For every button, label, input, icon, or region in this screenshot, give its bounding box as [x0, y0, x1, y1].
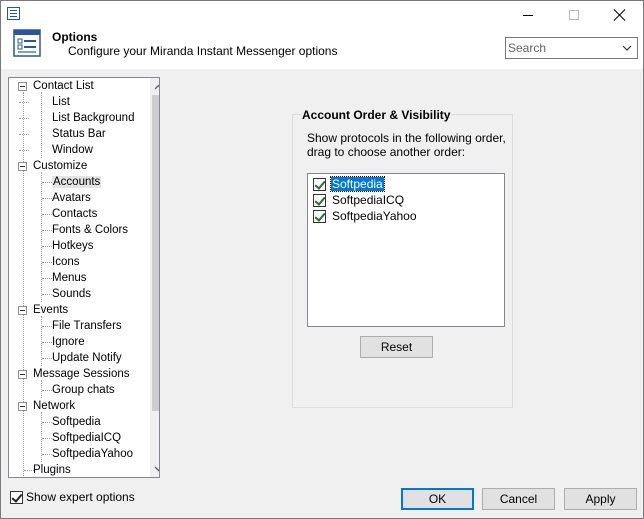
- collapse-icon[interactable]: [18, 162, 27, 171]
- page-title: Options: [52, 30, 98, 44]
- chevron-down-icon: [154, 466, 159, 471]
- scroll-up-button[interactable]: [150, 78, 159, 95]
- tree-item-sounds[interactable]: Sounds: [32, 286, 91, 302]
- collapse-icon[interactable]: [18, 402, 27, 411]
- expert-checkbox[interactable]: [10, 490, 23, 504]
- options-app-icon[interactable]: [7, 7, 20, 20]
- search-box[interactable]: [505, 37, 638, 59]
- collapse-icon[interactable]: [18, 306, 27, 315]
- tree-item-menus[interactable]: Menus: [32, 270, 87, 286]
- options-tree[interactable]: Contact List List List Background Status…: [8, 77, 160, 478]
- tree-item-avatars[interactable]: Avatars: [32, 190, 91, 206]
- scroll-thumb[interactable]: [152, 95, 159, 411]
- reset-button[interactable]: Reset: [360, 336, 433, 358]
- tree-item-contact-list[interactable]: Contact List: [14, 78, 94, 94]
- group-description: Show protocols in the following order, d…: [307, 131, 506, 159]
- close-button[interactable]: [597, 1, 643, 29]
- group-title: Account Order & Visibility: [301, 108, 452, 122]
- minimize-icon: [523, 14, 533, 16]
- account-item-softpediayahoo[interactable]: SoftpediaYahoo: [313, 208, 418, 224]
- options-window: Options Configure your Miranda Instant M…: [0, 0, 644, 519]
- chevron-down-icon[interactable]: [621, 42, 633, 54]
- ok-button[interactable]: OK: [401, 488, 474, 510]
- header-banner: Options Configure your Miranda Instant M…: [1, 29, 643, 69]
- account-label: Softpedia: [330, 176, 385, 192]
- account-checkbox[interactable]: [313, 177, 326, 191]
- show-expert-options[interactable]: Show expert options: [10, 489, 135, 505]
- page-subtitle: Configure your Miranda Instant Messenger…: [68, 44, 338, 58]
- close-icon: [613, 8, 627, 22]
- cancel-button[interactable]: Cancel: [482, 488, 555, 510]
- chevron-up-icon: [154, 84, 159, 89]
- collapse-icon[interactable]: [18, 82, 27, 91]
- maximize-icon: [569, 10, 579, 20]
- tree-item-events[interactable]: Events: [14, 302, 68, 318]
- account-label: SoftpediaICQ: [332, 193, 405, 207]
- scroll-down-button[interactable]: [150, 460, 159, 477]
- account-item-softpediaicq[interactable]: SoftpediaICQ: [313, 192, 405, 208]
- tree-item-list-background[interactable]: List Background: [19, 110, 134, 126]
- collapse-icon[interactable]: [18, 370, 27, 379]
- account-checkbox[interactable]: [313, 193, 326, 207]
- search-input[interactable]: [508, 40, 618, 56]
- tree-item-list[interactable]: List: [19, 94, 70, 110]
- title-bar[interactable]: [1, 1, 643, 29]
- accounts-list[interactable]: Softpedia SoftpediaICQ SoftpediaYahoo: [307, 173, 505, 327]
- tree-item-customize[interactable]: Customize: [14, 158, 87, 174]
- tree-item-icons[interactable]: Icons: [32, 254, 80, 270]
- tree-scrollbar[interactable]: [150, 78, 159, 477]
- tree-item-window[interactable]: Window: [19, 142, 93, 158]
- account-item-softpedia[interactable]: Softpedia: [313, 176, 385, 192]
- account-label: SoftpediaYahoo: [332, 209, 417, 223]
- expert-label: Show expert options: [26, 490, 135, 504]
- tree-item-message-sessions[interactable]: Message Sessions: [14, 366, 130, 382]
- tree-item-ignore[interactable]: Ignore: [32, 334, 85, 350]
- options-panel-icon: [13, 29, 41, 57]
- tree-item-network[interactable]: Network: [14, 398, 75, 414]
- minimize-button[interactable]: [505, 1, 551, 29]
- tree-item-plugins[interactable]: Plugins: [14, 462, 71, 477]
- apply-button[interactable]: Apply: [564, 488, 637, 510]
- maximize-button[interactable]: [551, 1, 597, 29]
- tree-item-status-bar[interactable]: Status Bar: [19, 126, 106, 142]
- account-checkbox[interactable]: [313, 209, 326, 223]
